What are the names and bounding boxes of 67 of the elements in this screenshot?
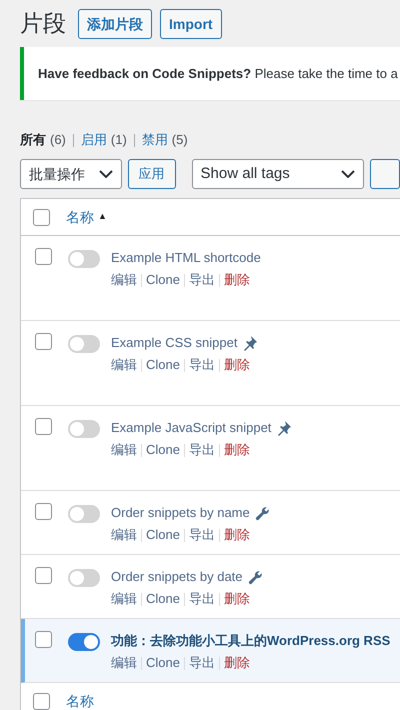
view-count: (6) [50,131,66,150]
add-snippet-button[interactable]: 添加片段 [78,9,152,39]
row-action-link[interactable]: 编辑 [111,440,137,460]
view-filter-link[interactable]: 禁用 [142,130,168,150]
toggle-switch[interactable] [68,569,100,587]
import-button[interactable]: Import [160,9,222,39]
row-action-link[interactable]: Clone [146,355,180,375]
checkbox[interactable] [35,503,52,520]
row-action-link[interactable]: 编辑 [111,525,137,545]
delete-link[interactable]: 删除 [224,589,250,609]
row-action-link[interactable]: Clone [146,270,180,290]
name-column-footer[interactable]: 名称 [66,691,94,710]
delete-link[interactable]: 删除 [224,653,250,673]
delete-link[interactable]: 删除 [224,270,250,290]
checkbox[interactable] [33,208,50,226]
view-filter-link[interactable]: 所有 [20,130,46,150]
row-action-link[interactable]: 导出 [188,270,215,290]
row-action-link[interactable]: 编辑 [111,653,137,673]
row-action-link[interactable]: 导出 [188,589,215,609]
wrench-icon [248,570,263,584]
toggle-switch[interactable] [68,250,100,268]
row-action-link[interactable]: 导出 [188,440,215,460]
page-title: 片段 [20,10,66,39]
row-action-link[interactable]: 编辑 [111,270,137,290]
snippet-name-link[interactable]: Order snippets by date [111,567,243,587]
toggle-switch[interactable] [68,335,100,353]
row-action-link[interactable]: 导出 [188,355,215,375]
notice-text: Have feedback on Code Snippets? Please take the time to a [38,64,398,83]
snippet-name-link[interactable]: Example JavaScript snippet [111,418,272,438]
sort-arrow: ▲ [98,210,107,224]
view-count: (1) [110,131,127,150]
row-action-link[interactable]: 导出 [188,653,215,673]
view-count: (5) [172,131,188,150]
apply-button[interactable]: 应用 [128,159,176,189]
checkbox[interactable] [33,693,50,710]
snippet-name-link[interactable]: Example CSS snippet [111,333,238,353]
checkbox[interactable] [35,418,52,435]
toggle-switch[interactable] [68,633,100,651]
pin-icon [276,420,292,436]
pin-icon [242,335,258,351]
row-action-link[interactable]: Clone [146,525,180,545]
name-column-header[interactable]: 名称 [66,206,94,228]
wrench-icon [254,506,270,520]
row-action-link[interactable]: Clone [146,653,180,673]
checkbox[interactable] [35,333,52,350]
tag-filter-select[interactable]: Show all tags [192,159,364,189]
row-action-link[interactable]: Clone [146,589,180,609]
row-action-link[interactable]: Clone [146,440,180,460]
chevron-down-icon [341,170,355,178]
delete-link[interactable]: 删除 [224,355,250,375]
chevron-down-icon [98,170,113,178]
snippet-name-link[interactable]: Example HTML shortcode [111,248,261,268]
view-filter-link[interactable]: 启用 [80,130,107,150]
row-action-link[interactable]: 导出 [188,525,215,545]
snippet-name-link[interactable]: 功能：去除功能小工具上的WordPress.org RSS [111,631,390,651]
bulk-actions-select[interactable]: 批量操作 [20,159,122,189]
row-action-link[interactable]: 编辑 [111,589,137,609]
checkbox[interactable] [35,567,52,584]
toggle-switch[interactable] [68,420,100,438]
filter-button[interactable] [370,159,400,189]
snippet-name-link[interactable]: Order snippets by name [111,503,250,523]
checkbox[interactable] [35,248,52,265]
row-action-link[interactable]: 编辑 [111,355,137,375]
checkbox[interactable] [35,631,52,648]
delete-link[interactable]: 删除 [224,525,250,545]
toggle-switch[interactable] [68,505,100,523]
delete-link[interactable]: 删除 [224,440,250,460]
